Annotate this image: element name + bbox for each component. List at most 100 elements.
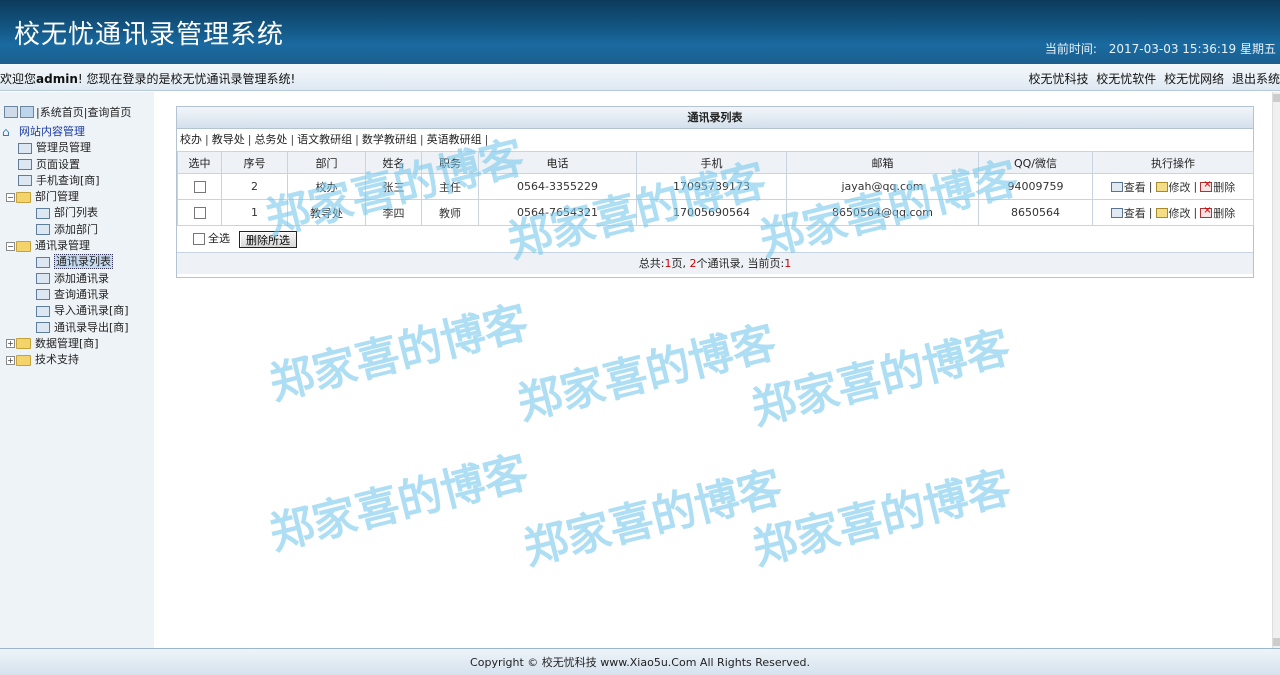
cell-qq: 94009759 xyxy=(978,173,1093,200)
folder-icon xyxy=(16,354,31,366)
sidebar-item-admin[interactable]: 管理员管理 xyxy=(2,140,152,156)
link-network[interactable]: 校无忧网络 xyxy=(1164,72,1224,86)
dept-filter-academic[interactable]: 教导处 xyxy=(212,133,245,146)
tree-root-label: 网站内容管理 xyxy=(19,125,85,138)
sidebar-item-support[interactable]: + 技术支持 xyxy=(2,352,152,368)
delete-icon[interactable] xyxy=(1200,179,1213,192)
row-select-cell xyxy=(177,199,222,226)
logout-link[interactable]: 退出系统 xyxy=(1232,72,1280,86)
sidebar-item-contacts[interactable]: − 通讯录管理 xyxy=(2,238,152,254)
sidebar-item-export-contact[interactable]: 通讯录导出[商] xyxy=(2,320,152,336)
select-all-checkbox[interactable] xyxy=(193,233,205,245)
page-icon xyxy=(36,322,50,334)
sidebar-item-page-settings[interactable]: 页面设置 xyxy=(2,157,152,173)
pager: 总共:1页, 2个通讯录, 当前页:1 xyxy=(177,252,1253,274)
separator: | xyxy=(290,133,295,146)
dept-filter-general[interactable]: 总务处 xyxy=(254,133,287,146)
select-all-label[interactable]: 全选 xyxy=(208,226,230,252)
cell-seq: 1 xyxy=(221,199,288,226)
sidebar-item-contact-list[interactable]: 通讯录列表 xyxy=(2,254,152,270)
sidebar-top-links: | 系统首页 | 查询首页 xyxy=(4,104,131,120)
page-icon xyxy=(18,175,32,187)
cell-phone: 0564-3355229 xyxy=(478,173,637,200)
pager-text: 页, xyxy=(671,257,690,270)
pager-total-records: 2 xyxy=(689,257,697,270)
row-checkbox[interactable] xyxy=(193,207,206,219)
col-mobile: 手机 xyxy=(636,151,787,174)
link-software[interactable]: 校无忧软件 xyxy=(1096,72,1156,86)
collapse-icon[interactable]: − xyxy=(6,192,15,202)
table-row: 1 教导处 李四 教师 0564-7654321 17005690564 865… xyxy=(177,199,1254,226)
row-checkbox[interactable] xyxy=(193,181,206,193)
time-value: 2017-03-03 15:36:19 星期五 xyxy=(1108,42,1276,56)
collapse-icon[interactable]: − xyxy=(6,241,15,251)
delete-selected-button[interactable]: 删除所选 xyxy=(239,230,297,248)
top-links: 校无忧科技 校无忧软件 校无忧网络 退出系统 xyxy=(1024,70,1280,87)
app-header: 校无忧通讯录管理系统 当前时间: 2017-03-03 15:36:19 星期五 xyxy=(0,0,1280,64)
tree-root[interactable]: ⌂ 网站内容管理 xyxy=(2,124,152,140)
scroll-up-arrow-icon[interactable] xyxy=(1273,94,1280,102)
contact-list-panel: 通讯录列表 校办 | 教导处 | 总务处 | 语文教研组 | 数学教研组 | 英语教研组 | 选中 序… xyxy=(176,106,1254,278)
view-link[interactable]: 查看 xyxy=(1124,207,1146,220)
col-seq: 序号 xyxy=(221,151,288,174)
scroll-down-arrow-icon[interactable] xyxy=(1273,638,1280,646)
sidebar-item-mobile-query[interactable]: 手机查询[商] xyxy=(2,173,152,189)
edit-icon[interactable] xyxy=(1155,207,1168,218)
sidebar-item-label: 页面设置 xyxy=(36,157,80,171)
welcome-username: admin xyxy=(36,72,78,86)
view-icon[interactable] xyxy=(1110,207,1123,218)
edit-link[interactable]: 修改 xyxy=(1169,207,1191,220)
table-header-row: 选中 序号 部门 姓名 职务 电话 手机 邮箱 QQ/微信 执行操作 xyxy=(177,151,1254,174)
link-company[interactable]: 校无忧科技 xyxy=(1028,72,1088,86)
system-home-link[interactable]: 系统首页 xyxy=(40,104,84,120)
page-icon xyxy=(36,273,50,285)
cell-email: jayah@qq.com xyxy=(786,173,979,200)
watermark: 郑家喜的博客 xyxy=(747,461,1017,576)
vertical-scrollbar[interactable] xyxy=(1272,92,1280,648)
cell-actions: 查看|修改|删除 xyxy=(1092,173,1254,200)
view-icon[interactable] xyxy=(1110,181,1123,192)
watermark: 郑家喜的博客 xyxy=(264,446,534,561)
cell-title: 主任 xyxy=(421,173,479,200)
page-icon xyxy=(36,256,50,268)
col-actions: 执行操作 xyxy=(1092,151,1254,174)
contact-table: 选中 序号 部门 姓名 职务 电话 手机 邮箱 QQ/微信 执行操作 2 校办 … xyxy=(177,151,1254,226)
sidebar-item-query-contact[interactable]: 查询通讯录 xyxy=(2,287,152,303)
bulk-actions: 全选 删除所选 xyxy=(177,226,1253,252)
dept-filter-english[interactable]: 英语教研组 xyxy=(427,133,482,146)
sidebar-item-add-department[interactable]: 添加部门 xyxy=(2,222,152,238)
pager-text: 总共: xyxy=(638,257,665,270)
expand-icon[interactable]: + xyxy=(6,355,15,365)
sidebar-item-import-contact[interactable]: 导入通讯录[商] xyxy=(2,303,152,319)
department-filter: 校办 | 教导处 | 总务处 | 语文教研组 | 数学教研组 | 英语教研组 | xyxy=(177,129,1253,151)
sidebar-item-department-list[interactable]: 部门列表 xyxy=(2,205,152,221)
dept-filter-math[interactable]: 数学教研组 xyxy=(362,133,417,146)
cell-seq: 2 xyxy=(221,173,288,200)
sidebar-item-label: 手机查询[商] xyxy=(36,173,100,187)
separator: | xyxy=(1193,180,1198,193)
welcome-message: 欢迎您admin! 您现在登录的是校无忧通讯录管理系统! xyxy=(0,70,295,87)
delete-icon[interactable] xyxy=(1200,205,1213,218)
query-home-link[interactable]: 查询首页 xyxy=(87,104,131,120)
view-link[interactable]: 查看 xyxy=(1124,181,1146,194)
sidebar-item-department[interactable]: − 部门管理 xyxy=(2,189,152,205)
sidebar-item-label: 导入通讯录[商] xyxy=(54,304,129,318)
dept-filter-chinese[interactable]: 语文教研组 xyxy=(297,133,352,146)
edit-icon[interactable] xyxy=(1155,181,1168,192)
cell-mobile: 17095739173 xyxy=(636,173,787,200)
sidebar-item-label: 部门列表 xyxy=(54,206,98,220)
separator: | xyxy=(1148,180,1153,193)
cell-name: 李四 xyxy=(365,199,422,226)
sidebar-item-add-contact[interactable]: 添加通讯录 xyxy=(2,271,152,287)
col-dept: 部门 xyxy=(287,151,366,174)
expand-icon[interactable]: + xyxy=(6,339,15,349)
watermark: 郑家喜的博客 xyxy=(512,316,782,431)
col-title: 职务 xyxy=(421,151,479,174)
separator: | xyxy=(1148,206,1153,219)
sidebar-item-data[interactable]: + 数据管理[商] xyxy=(2,336,152,352)
sidebar-item-label: 添加部门 xyxy=(54,222,98,236)
dept-filter-principal[interactable]: 校办 xyxy=(180,133,202,146)
edit-link[interactable]: 修改 xyxy=(1169,181,1191,194)
delete-link[interactable]: 删除 xyxy=(1213,207,1235,220)
delete-link[interactable]: 删除 xyxy=(1213,181,1235,194)
